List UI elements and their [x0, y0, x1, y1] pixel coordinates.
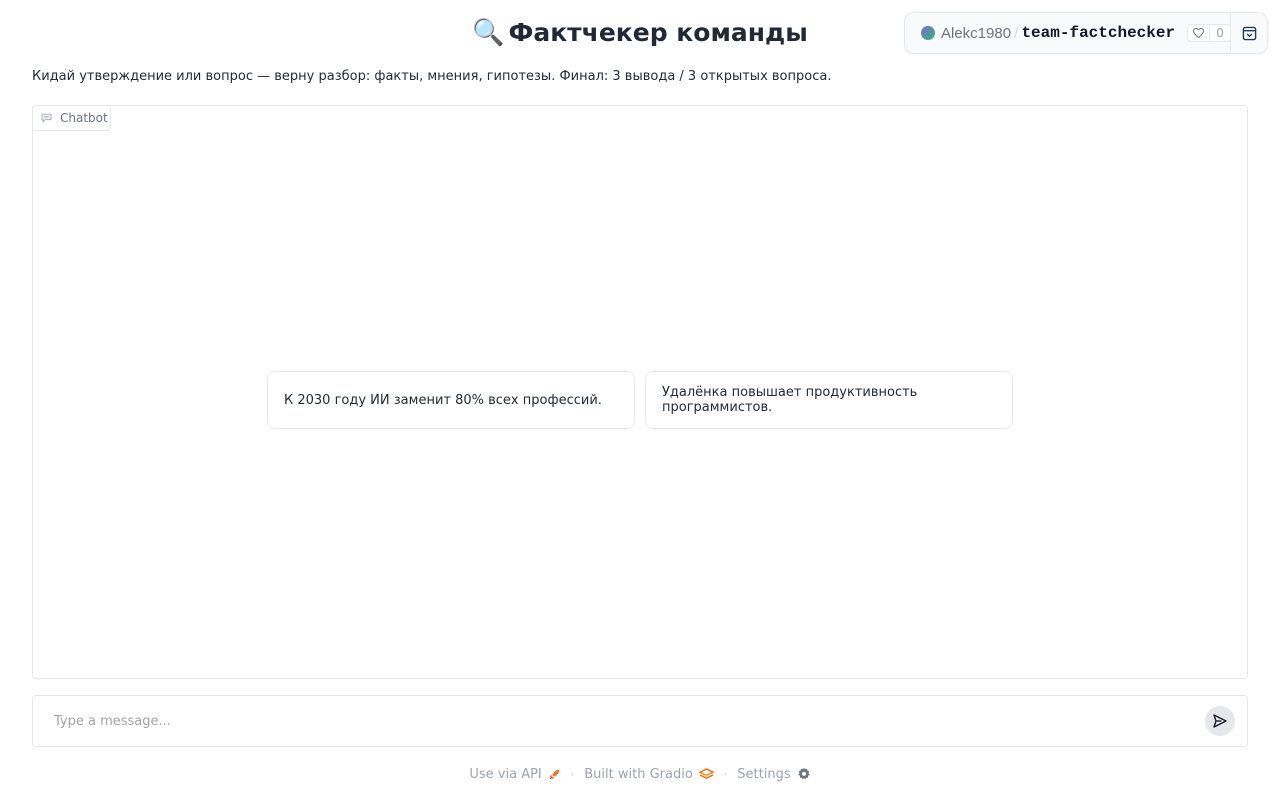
use-via-api-link[interactable]: Use via API — [469, 767, 560, 782]
heart-icon — [1188, 25, 1211, 41]
page-title-text: Фактчекер команды — [508, 18, 808, 47]
footer-separator: · — [723, 767, 728, 781]
chatbot-label-text: Chatbot — [60, 111, 108, 125]
chatbot-panel: Chatbot К 2030 году ИИ заменит 80% всех … — [32, 105, 1248, 679]
send-button[interactable] — [1205, 706, 1235, 736]
example-prompt-button[interactable]: Удалёнка повышает продуктивность програм… — [645, 371, 1013, 429]
space-name-link[interactable]: team-factchecker — [1021, 24, 1175, 42]
gradio-logo-icon — [698, 767, 714, 779]
footer: Use via API · Built with Gradio · Settin… — [0, 764, 1280, 784]
settings-label: Settings — [737, 766, 791, 782]
built-with-gradio-label: Built with Gradio — [584, 766, 693, 782]
built-with-gradio-link[interactable]: Built with Gradio — [584, 767, 714, 782]
like-count: 0 — [1216, 26, 1224, 40]
example-prompt-text: Удалёнка повышает продуктивность програм… — [662, 385, 918, 415]
footer-separator: · — [570, 767, 575, 781]
use-via-api-label: Use via API — [469, 766, 542, 782]
space-path-separator: / — [1014, 25, 1019, 41]
message-input-container — [32, 695, 1248, 747]
example-prompt-button[interactable]: К 2030 году ИИ заменит 80% всех професси… — [267, 371, 635, 429]
rocket-icon — [549, 769, 560, 779]
example-prompt-text: К 2030 году ИИ заменит 80% всех професси… — [284, 392, 602, 408]
send-icon — [1213, 714, 1227, 728]
chatbot-label: Chatbot — [33, 106, 111, 131]
collapse-icon — [1242, 26, 1257, 40]
like-button[interactable]: 0 — [1187, 24, 1232, 42]
space-avatar-icon — [921, 26, 935, 40]
app-description: Кидай утверждение или вопрос — верну раз… — [32, 69, 832, 84]
app-page: 🔍 Фактчекер команды Alekc1980 / team-fact… — [0, 0, 1280, 800]
magnifier-emoji-icon: 🔍 — [472, 18, 505, 48]
gear-icon — [797, 767, 810, 780]
space-owner-link[interactable]: Alekc1980 — [941, 25, 1011, 42]
space-header-badge: Alekc1980 / team-factchecker 0 — [904, 12, 1268, 54]
settings-link[interactable]: Settings — [737, 767, 810, 782]
message-input[interactable] — [45, 708, 1195, 734]
chat-icon — [41, 113, 52, 123]
collapse-header-button[interactable] — [1231, 13, 1268, 53]
